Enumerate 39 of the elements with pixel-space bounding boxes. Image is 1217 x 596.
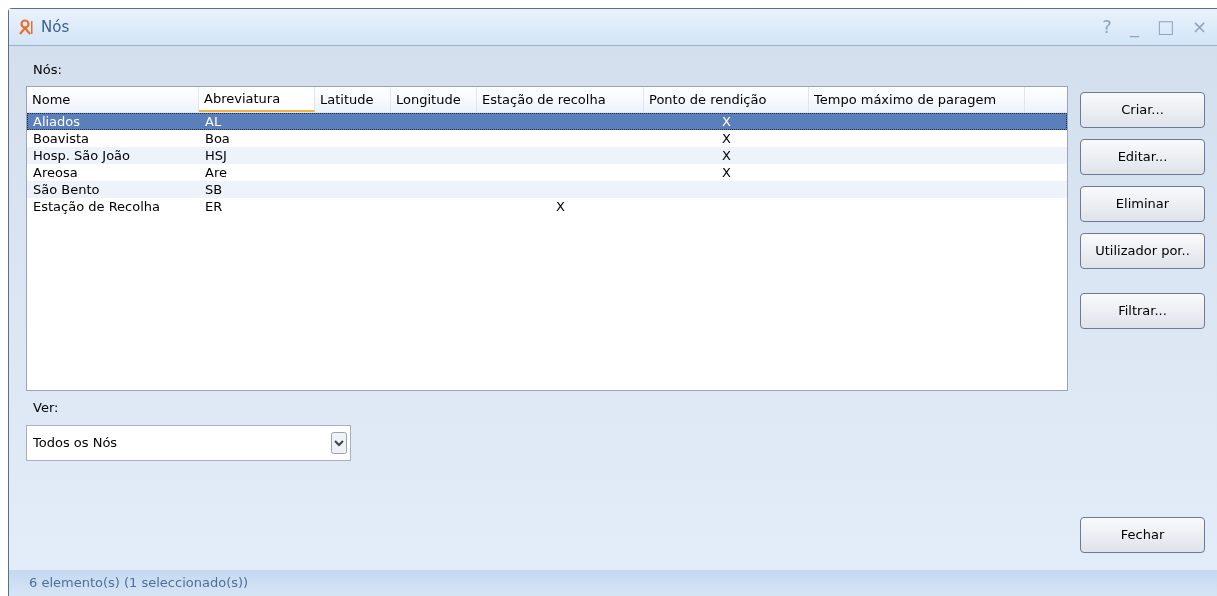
chevron-down-icon	[331, 432, 347, 454]
table-cell: X	[722, 131, 731, 146]
view-dropdown[interactable]: Todos os Nós	[26, 425, 351, 461]
table-row[interactable]: Aliados AL X	[27, 113, 1067, 130]
table-cell: São Bento	[33, 182, 100, 197]
table-cell: Boa	[205, 131, 230, 146]
table-cell: Boavista	[33, 131, 89, 146]
status-text: 6 elemento(s) (1 seleccionado(s))	[29, 574, 249, 593]
column-header[interactable]: Longitude	[391, 87, 477, 112]
action-button[interactable]: Filtrar...	[1080, 293, 1205, 329]
table-cell: X	[722, 148, 731, 163]
table-cell: X	[722, 165, 731, 180]
list-label: Nós:	[33, 61, 63, 79]
window-title: Nós	[41, 16, 70, 38]
close-dialog-button[interactable]: Fechar	[1080, 517, 1205, 553]
table-cell: Are	[205, 165, 227, 180]
table-cell: HSJ	[205, 148, 227, 163]
table-cell: Hosp. São João	[33, 148, 131, 163]
view-label: Ver:	[33, 399, 60, 417]
table-row[interactable]: São Bento SB	[27, 181, 1067, 198]
column-header[interactable]: Latitude	[315, 87, 391, 112]
table-cell: SB	[205, 182, 223, 197]
column-header[interactable]: Tempo máximo de paragem	[809, 87, 1025, 112]
table-cell: X	[556, 199, 565, 214]
table-row[interactable]: Hosp. São João HSJ X	[27, 147, 1067, 164]
table-cell: Estação de Recolha	[33, 199, 160, 214]
table-cell: Areosa	[33, 165, 78, 180]
table-cell: ER	[205, 199, 223, 214]
action-button[interactable]: Criar...	[1080, 92, 1205, 128]
column-header[interactable]: Ponto de rendição	[644, 87, 809, 112]
action-button[interactable]: Eliminar	[1080, 186, 1205, 222]
action-button[interactable]: Utilizador por..	[1080, 233, 1205, 269]
column-header[interactable]: Estação de recolha	[477, 87, 644, 112]
action-button[interactable]: Editar...	[1080, 139, 1205, 175]
table-cell: X	[722, 114, 731, 129]
column-header[interactable]: Abreviatura	[199, 87, 315, 112]
table-cell: AL	[205, 114, 222, 129]
table-cell: Aliados	[33, 114, 81, 129]
person-logo-icon	[19, 19, 33, 35]
